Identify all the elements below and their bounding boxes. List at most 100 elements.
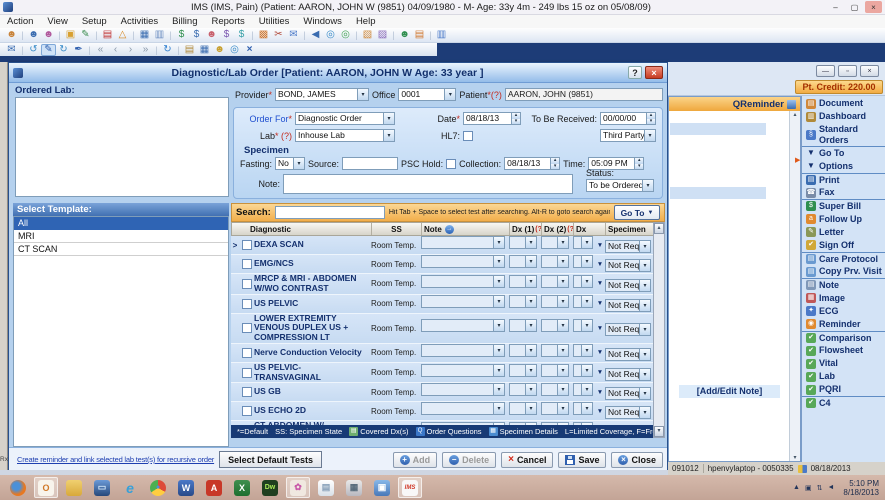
- sidebar-item-standard-orders[interactable]: § Standard Orders: [802, 123, 885, 146]
- globe2-icon[interactable]: ◎: [338, 29, 353, 41]
- next-record-icon[interactable]: ›: [123, 44, 138, 56]
- patient-icon[interactable]: ☻: [4, 29, 19, 41]
- column-dx1[interactable]: Dx (1)(?): [510, 223, 542, 235]
- note-select[interactable]: ▾: [421, 319, 505, 332]
- sidebar-item-comparison[interactable]: ✔ Comparison: [802, 331, 885, 345]
- specimen-select[interactable]: Not Req.▾: [605, 299, 651, 312]
- template-item[interactable]: MRI: [14, 230, 228, 243]
- user-icon[interactable]: ☻: [212, 44, 227, 56]
- letter-icon[interactable]: ✉: [286, 29, 301, 41]
- table-scrollbar[interactable]: ▴ ▾: [653, 222, 665, 438]
- delete-button[interactable]: −Delete: [442, 452, 496, 468]
- note-input[interactable]: [283, 174, 573, 194]
- menu-item[interactable]: Windows: [296, 16, 349, 27]
- note-select[interactable]: ▾: [421, 275, 505, 288]
- chart-icon[interactable]: ▨: [375, 29, 390, 41]
- dx-select[interactable]: ▾: [573, 402, 593, 415]
- dx-select[interactable]: ▾: [573, 383, 593, 396]
- taskbar-ims-icon[interactable]: IMS: [398, 477, 422, 498]
- clipboard-icon[interactable]: ▤: [182, 44, 197, 56]
- menu-item[interactable]: Action: [0, 16, 40, 27]
- note-select[interactable]: ▾: [421, 255, 505, 268]
- row-checkbox[interactable]: [242, 348, 252, 358]
- select-default-tests-button[interactable]: Select Default Tests: [219, 451, 322, 468]
- dx2-select[interactable]: ▾: [541, 255, 569, 268]
- row-checkbox[interactable]: [242, 240, 252, 250]
- search-input[interactable]: [275, 206, 385, 219]
- dx2-select[interactable]: ▾: [541, 295, 569, 308]
- psc-hold-checkbox[interactable]: [446, 159, 456, 169]
- dx1-select[interactable]: ▾: [509, 295, 537, 308]
- scroll-down-icon[interactable]: ▾: [654, 426, 664, 437]
- sidebar-item-document[interactable]: ▤ Document: [802, 97, 885, 110]
- close-dialog-button[interactable]: ×Close: [611, 452, 663, 468]
- taskbar-clock[interactable]: 5:10 PM8/18/2013: [843, 479, 879, 497]
- spinner-arrows-icon[interactable]: ▴▾: [550, 157, 560, 170]
- dx1-select[interactable]: ▾: [509, 344, 537, 357]
- image-icon[interactable]: ▩: [256, 29, 271, 41]
- spinner-arrows-icon[interactable]: ▴▾: [511, 112, 521, 125]
- close-record-icon[interactable]: ×: [242, 44, 257, 56]
- specimen-select[interactable]: Not Req.▾: [605, 240, 651, 253]
- help-button[interactable]: ?: [628, 66, 642, 79]
- web-icon[interactable]: ◎: [227, 44, 242, 56]
- column-note[interactable]: Note→: [422, 223, 510, 235]
- sidebar-item-reminder[interactable]: ◉ Reminder: [802, 318, 885, 331]
- menu-item[interactable]: Activities: [114, 16, 165, 27]
- sidebar-item-pqri[interactable]: ✔ PQRI: [802, 383, 885, 396]
- menu-item[interactable]: Billing: [165, 16, 204, 27]
- note-select[interactable]: ▾: [421, 236, 505, 249]
- row-checkbox[interactable]: [242, 323, 252, 333]
- taskbar-word-icon[interactable]: W: [174, 477, 198, 498]
- note-select[interactable]: ▾: [421, 383, 505, 396]
- copy-icon[interactable]: ▥: [152, 29, 167, 41]
- specimen-select[interactable]: Not Req.▾: [605, 406, 651, 419]
- taskbar-acrobat-icon[interactable]: A: [202, 477, 226, 498]
- create-reminder-link[interactable]: Create reminder and link selected lab te…: [17, 455, 214, 464]
- bill-type-select[interactable]: Third Party▾: [600, 129, 656, 142]
- to-be-received-spinner[interactable]: 00/00/00▴▾: [600, 112, 656, 125]
- minimize-button[interactable]: –: [827, 1, 844, 13]
- status-select[interactable]: To be Ordered▾: [586, 179, 654, 192]
- volume-icon[interactable]: ◄: [827, 484, 834, 492]
- dx1-select[interactable]: ▾: [509, 383, 537, 396]
- refresh-icon[interactable]: ↻: [160, 44, 175, 56]
- add-edit-note-link[interactable]: [Add/Edit Note]: [679, 385, 780, 398]
- dx-select[interactable]: ▾: [573, 236, 593, 249]
- ordered-lab-list[interactable]: [15, 97, 229, 197]
- dx-select[interactable]: ▾: [573, 295, 593, 308]
- taskbar-firefox-icon[interactable]: [6, 477, 30, 498]
- payment-icon[interactable]: $: [189, 29, 204, 41]
- dx2-select[interactable]: ▾: [541, 275, 569, 288]
- column-dx[interactable]: Dx: [574, 223, 606, 235]
- dx1-select[interactable]: ▾: [509, 255, 537, 268]
- dx2-select[interactable]: ▾: [541, 319, 569, 332]
- row-checkbox[interactable]: [242, 368, 252, 378]
- dx2-select[interactable]: ▾: [541, 236, 569, 249]
- mdi-minimize-button[interactable]: —: [816, 65, 835, 77]
- specimen-select[interactable]: Not Req.▾: [605, 387, 651, 400]
- dx2-select[interactable]: ▾: [541, 402, 569, 415]
- reminder-entry[interactable]: [670, 187, 766, 199]
- panel-expand-marker[interactable]: ▶: [795, 156, 800, 164]
- edit-note-icon[interactable]: ✎: [78, 29, 93, 41]
- sidebar-item-vital[interactable]: ✔ Vital: [802, 357, 885, 370]
- specimen-select[interactable]: Not Req.▾: [605, 368, 651, 381]
- last-record-icon[interactable]: »: [138, 44, 153, 56]
- table-row[interactable]: US ECHO 2D Room Temp. ▾ ▾ ▾ ▾ ▼ Not Req.…: [231, 402, 653, 421]
- report-icon[interactable]: ▧: [360, 29, 375, 41]
- table-row[interactable]: US PELVIC Room Temp. ▾ ▾ ▾ ▾ ▼ Not Req.▾: [231, 295, 653, 314]
- order-for-select[interactable]: Diagnostic Order▾: [295, 112, 395, 125]
- column-specimen[interactable]: Specimen: [606, 223, 654, 235]
- office-select[interactable]: 0001▾: [398, 88, 456, 101]
- table-row[interactable]: US PELVIC- TRANSVAGINAL Room Temp. ▾ ▾ ▾…: [231, 363, 653, 384]
- lab-select[interactable]: Inhouse Lab▾: [295, 129, 395, 142]
- hl7-checkbox[interactable]: [463, 131, 473, 141]
- dx1-select[interactable]: ▾: [509, 236, 537, 249]
- dx1-select[interactable]: ▾: [509, 319, 537, 332]
- note-select[interactable]: ▾: [421, 295, 505, 308]
- table-row[interactable]: LOWER EXTREMITY VENOUS DUPLEX US + COMPR…: [231, 314, 653, 344]
- reminder-entry[interactable]: [670, 123, 766, 135]
- collection-spinner[interactable]: 08/18/13▴▾: [504, 157, 560, 170]
- menu-item[interactable]: View: [40, 16, 74, 27]
